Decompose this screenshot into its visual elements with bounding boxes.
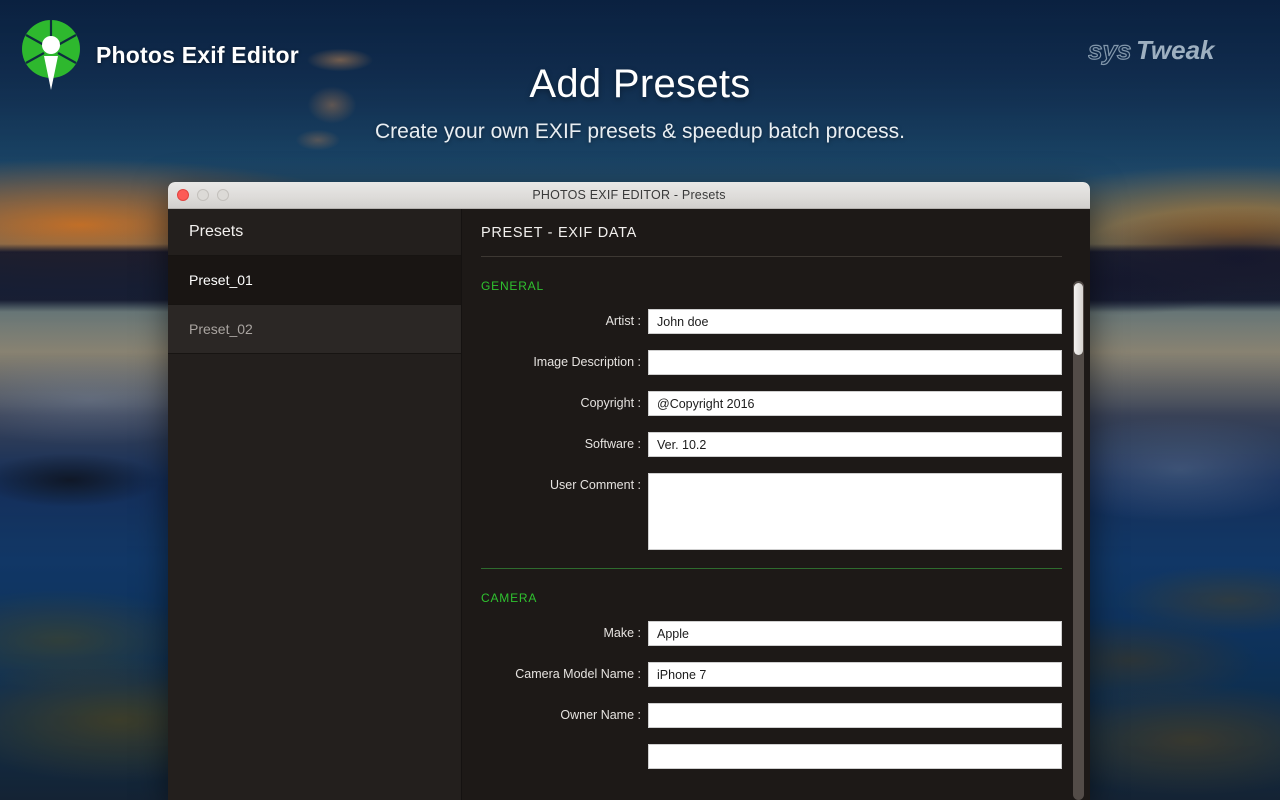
copyright-label: Copyright : <box>462 391 648 416</box>
traffic-lights <box>177 189 229 201</box>
field-row-owner-name: Owner Name : <box>462 703 1090 728</box>
close-button-icon[interactable] <box>177 189 189 201</box>
sidebar-item-preset-01[interactable]: Preset_01 <box>168 256 461 305</box>
artist-label: Artist : <box>462 309 648 334</box>
maximize-button-icon[interactable] <box>217 189 229 201</box>
sidebar-item-label: Preset_01 <box>189 272 253 288</box>
camera-model-name-label: Camera Model Name : <box>462 662 648 687</box>
section-label-general: GENERAL <box>462 279 1090 293</box>
owner-name-field[interactable] <box>648 703 1062 728</box>
software-label: Software : <box>462 432 648 457</box>
artist-field[interactable] <box>648 309 1062 334</box>
main-pane: PRESET - EXIF DATA GENERAL Artist : Imag… <box>462 209 1090 800</box>
page-header: Photos Exif Editor sys Tweak Add Presets… <box>0 0 1280 175</box>
field-row-software: Software : <box>462 432 1090 457</box>
user-comment-label: User Comment : <box>462 473 648 498</box>
copyright-field[interactable] <box>648 391 1062 416</box>
field-row-copyright: Copyright : <box>462 391 1090 416</box>
partial-field[interactable] <box>648 744 1062 769</box>
window-title: PHOTOS EXIF EDITOR - Presets <box>168 188 1090 202</box>
image-description-label: Image Description : <box>462 350 648 375</box>
exif-form: GENERAL Artist : Image Description : Cop… <box>462 257 1090 800</box>
sidebar-item-label: Preset_02 <box>189 321 253 337</box>
field-row-camera-model-name: Camera Model Name : <box>462 662 1090 687</box>
pane-title: PRESET - EXIF DATA <box>462 209 1090 256</box>
field-row-image-description: Image Description : <box>462 350 1090 375</box>
vertical-scrollbar[interactable] <box>1073 281 1084 800</box>
image-description-field[interactable] <box>648 350 1062 375</box>
make-label: Make : <box>462 621 648 646</box>
sidebar-item-preset-02[interactable]: Preset_02 <box>168 305 461 354</box>
svg-text:Tweak: Tweak <box>1136 35 1216 65</box>
page-subtitle: Create your own EXIF presets & speedup b… <box>0 120 1280 144</box>
field-row-partial <box>462 744 1090 769</box>
sidebar: Presets Preset_01 Preset_02 <box>168 209 462 800</box>
field-row-make: Make : <box>462 621 1090 646</box>
sidebar-header: Presets <box>168 209 461 256</box>
page-title: Add Presets <box>0 62 1280 107</box>
owner-name-label: Owner Name : <box>462 703 648 728</box>
section-label-camera: CAMERA <box>462 591 1090 605</box>
scrollbar-thumb[interactable] <box>1074 283 1083 355</box>
minimize-button-icon[interactable] <box>197 189 209 201</box>
field-row-artist: Artist : <box>462 309 1090 334</box>
app-window: PHOTOS EXIF EDITOR - Presets Presets Pre… <box>168 182 1090 800</box>
camera-model-name-field[interactable] <box>648 662 1062 687</box>
make-field[interactable] <box>648 621 1062 646</box>
user-comment-field[interactable] <box>648 473 1062 550</box>
field-row-user-comment: User Comment : <box>462 473 1090 550</box>
svg-text:sys: sys <box>1088 35 1131 65</box>
section-divider <box>481 568 1062 569</box>
software-field[interactable] <box>648 432 1062 457</box>
window-titlebar: PHOTOS EXIF EDITOR - Presets <box>168 182 1090 209</box>
window-body: Presets Preset_01 Preset_02 PRESET - EXI… <box>168 209 1090 800</box>
